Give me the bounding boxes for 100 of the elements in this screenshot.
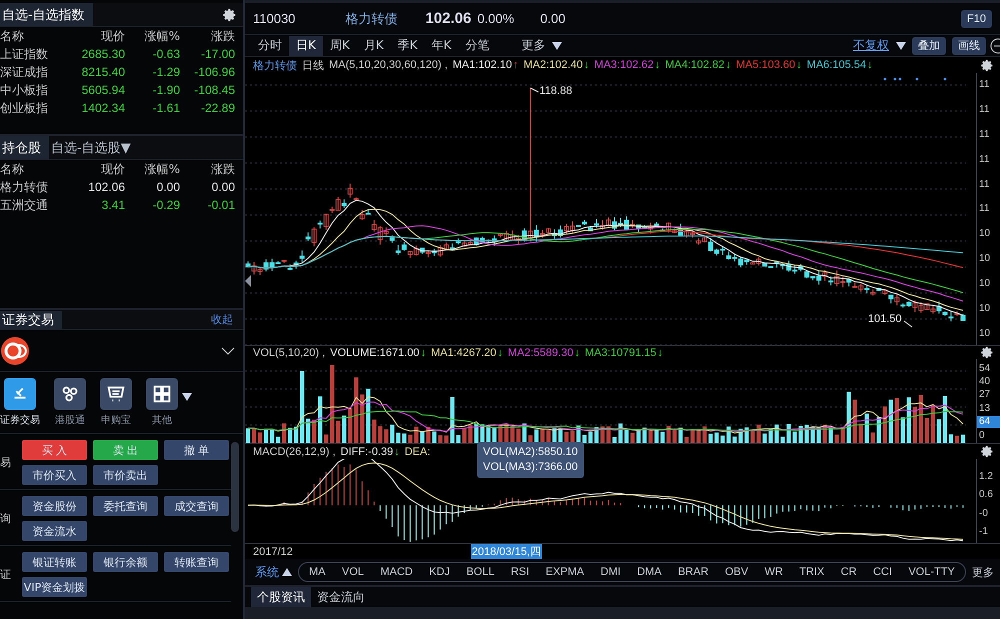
- stock-code: 110030: [253, 11, 296, 26]
- settings-icon[interactable]: [981, 346, 994, 359]
- indicator-tab[interactable]: CR: [840, 566, 857, 578]
- axis-label: 1.2: [978, 471, 994, 482]
- low-price-label: 101.50: [868, 313, 902, 325]
- column-header: 名称: [0, 160, 25, 178]
- indicator-tab[interactable]: MA: [309, 566, 326, 578]
- period-tab[interactable]: 日K: [289, 36, 323, 56]
- indicator-tab[interactable]: WR: [764, 566, 783, 578]
- indicator-value: MA2:5589.30↓: [508, 346, 580, 358]
- indicator-value: MA1:4267.20↓: [430, 346, 503, 358]
- system-button[interactable]: 系统: [255, 564, 292, 580]
- change-cell-text: -22.89: [200, 101, 235, 115]
- column-header: 涨幅%: [144, 160, 180, 178]
- trade-button[interactable]: 银证转账: [22, 552, 87, 572]
- column-header: 现价: [100, 28, 125, 44]
- adjust-dropdown[interactable]: 不复权: [846, 36, 896, 56]
- caret-down-icon: [896, 42, 906, 50]
- add-icon[interactable]: [990, 38, 1000, 54]
- grid-icon: [151, 383, 173, 405]
- column-header: 涨幅%: [144, 28, 180, 44]
- stock-name[interactable]: 深证成指: [0, 64, 70, 80]
- trade-button[interactable]: 成交查询: [164, 496, 229, 516]
- period-tab[interactable]: 分时: [251, 36, 289, 56]
- trade-button[interactable]: 市价卖出: [93, 465, 158, 485]
- indicator-value: VOLUME:1671.00↓: [330, 346, 426, 358]
- info-tab[interactable]: 资金流向: [311, 587, 371, 607]
- indicator-tab[interactable]: BOLL: [466, 566, 494, 578]
- trade-button[interactable]: 委托查询: [93, 496, 158, 516]
- indicator-tab[interactable]: TRIX: [799, 566, 824, 578]
- indicator-tab[interactable]: EXPMA: [546, 566, 584, 578]
- stock-name[interactable]: 五洲交通: [0, 196, 70, 214]
- indicator-value: MA3:102.62↓: [594, 59, 660, 71]
- indicator-params: MACD(26,12,9) ,: [253, 446, 336, 458]
- indicator-tab[interactable]: RSI: [510, 566, 530, 578]
- indicator-tab[interactable]: VOL: [342, 566, 364, 578]
- app-tile[interactable]: [4, 378, 36, 410]
- period-tab[interactable]: 季K: [390, 36, 424, 56]
- stock-name[interactable]: 创业板指: [0, 100, 70, 116]
- indicator-params: VOL(5,10,20) ,: [253, 346, 326, 358]
- price-cell-text: 5605.94: [80, 83, 125, 97]
- settings-icon[interactable]: [981, 58, 994, 72]
- collapse-link[interactable]: 收起: [211, 312, 233, 327]
- scrollbar[interactable]: [231, 442, 239, 532]
- panel-tab[interactable]: 自选-自选指数: [0, 3, 93, 26]
- percent-cell-text: -0.63: [152, 47, 180, 61]
- price-cell-text: 3.41: [100, 198, 125, 212]
- stock-name[interactable]: 中小板指: [0, 82, 70, 98]
- period-tab[interactable]: 年K: [424, 36, 458, 56]
- trade-button[interactable]: VIP资金划拨: [22, 577, 87, 597]
- indicator-value: MA3:10791.15↓: [584, 346, 663, 358]
- indicator-tab[interactable]: OBV: [724, 566, 748, 578]
- more-button[interactable]: 更多: [972, 564, 994, 580]
- indicator-tab[interactable]: MACD: [380, 566, 413, 578]
- tooltip: VOL(MA2):5850.10 VOL(MA3):7366.00: [477, 442, 584, 478]
- group-label: 询: [0, 511, 12, 526]
- app-tile[interactable]: [146, 378, 178, 410]
- trade-button[interactable]: 市价买入: [22, 465, 87, 485]
- indicator-value: MA1:102.10↑: [452, 59, 518, 71]
- trade-button[interactable]: 银行余额: [93, 552, 158, 572]
- trade-button[interactable]: 转账查询: [164, 552, 229, 572]
- overlay-button[interactable]: 叠加: [912, 36, 946, 54]
- panel-tab[interactable]: 持仓股: [0, 136, 49, 159]
- app-tile[interactable]: [100, 378, 132, 410]
- draw-line-button[interactable]: 画线: [952, 36, 986, 54]
- indicator-params: MA(5,10,20,30,60,120) ,: [329, 59, 448, 71]
- settings-icon[interactable]: [223, 8, 237, 22]
- axis-label: 10: [978, 253, 992, 264]
- trade-button[interactable]: 资金流水: [22, 521, 87, 541]
- indicator-tab[interactable]: KDJ: [429, 566, 450, 578]
- info-tab[interactable]: 个股资讯: [251, 587, 311, 607]
- trade-button[interactable]: 资金股份: [22, 496, 87, 516]
- panel-tab[interactable]: 证券交易: [0, 310, 62, 328]
- indicator-tab[interactable]: CCI: [873, 566, 892, 578]
- indicator-tab[interactable]: VOL-TTY: [908, 566, 955, 578]
- axis-label: 11: [978, 203, 990, 214]
- panel-tab[interactable]: 自选-自选股▼: [49, 136, 139, 159]
- start-date: 2017/12: [253, 546, 293, 558]
- indicator-value: DIFF:-0.39↓: [340, 446, 400, 458]
- stock-name[interactable]: 格力转债: [0, 178, 70, 196]
- indicator-value: MA4:102.82↓: [665, 59, 731, 71]
- axis-label: 11: [978, 128, 990, 140]
- change-percent: 0.00%: [477, 11, 514, 26]
- caret-up-icon: [282, 568, 292, 576]
- period-tab[interactable]: 周K: [322, 36, 357, 56]
- stock-name[interactable]: 上证指数: [0, 46, 70, 62]
- chevron-down-icon[interactable]: [221, 346, 235, 354]
- more-button[interactable]: 更多: [514, 36, 552, 56]
- trade-button[interactable]: 撤 单: [164, 440, 229, 460]
- app-tile[interactable]: [54, 378, 86, 410]
- indicator-value: MA6:105.54↓: [806, 59, 873, 71]
- settings-icon[interactable]: [981, 445, 994, 458]
- indicator-tab[interactable]: DMI: [600, 566, 621, 578]
- period-tab[interactable]: 月K: [356, 36, 391, 56]
- indicator-tab[interactable]: BRAR: [678, 566, 709, 578]
- f10-button[interactable]: F10: [961, 10, 992, 28]
- indicator-tab[interactable]: DMA: [637, 566, 662, 578]
- axis-label: 0: [978, 430, 986, 441]
- last-price: 102.06: [425, 10, 472, 27]
- period-tab[interactable]: 分笔: [458, 36, 496, 56]
